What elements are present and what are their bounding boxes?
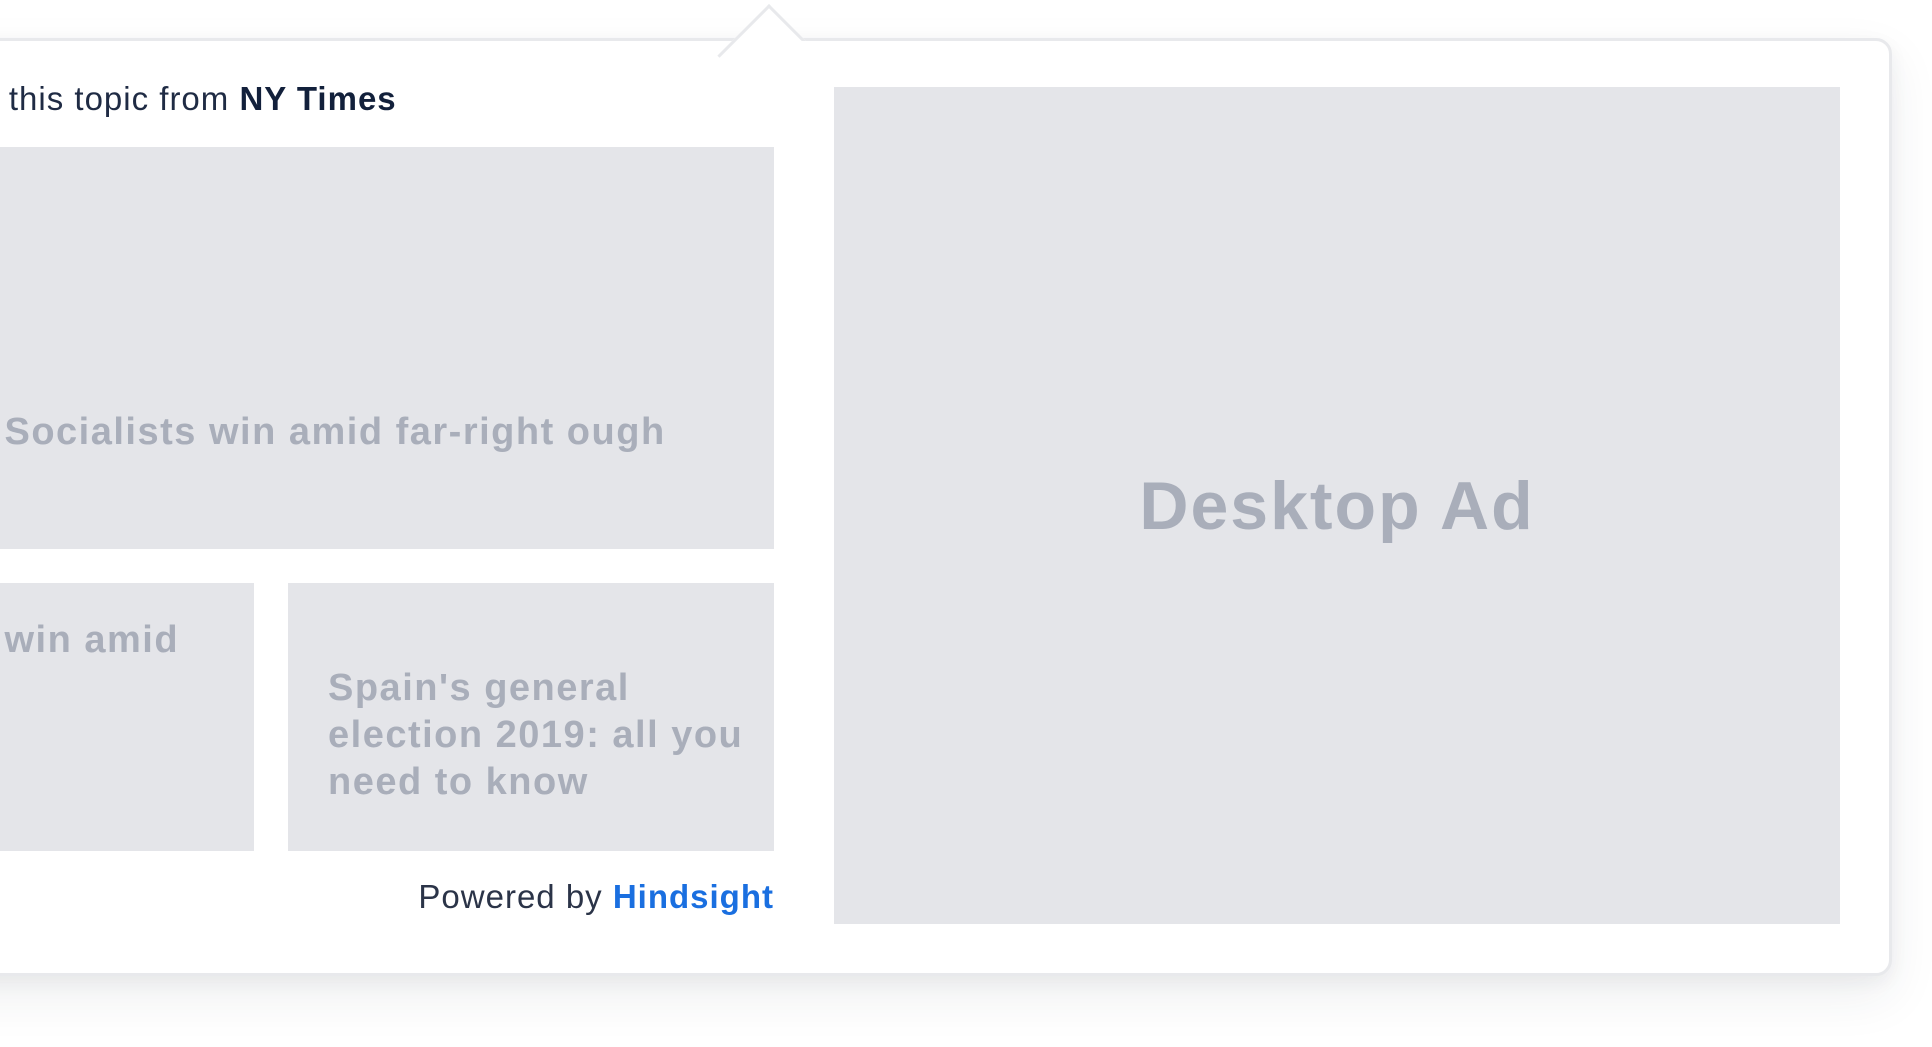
article-card-featured[interactable]: ction: Socialists win amid far-right oug… [0,147,774,549]
article-title: ction: win amid ough [0,619,180,661]
powered-by: Powered by Hindsight [400,878,774,916]
desktop-ad-slot[interactable]: Desktop Ad [834,87,1840,924]
ad-label: Desktop Ad [1139,467,1535,544]
page: on this topic from NY Times ction: Socia… [0,0,1932,1047]
hindsight-link[interactable]: Hindsight [613,878,774,915]
article-title: ction: Socialists win amid far-right oug… [0,411,666,453]
article-card[interactable]: Spain's general election 2019: all you n… [288,583,774,851]
article-card[interactable]: ction: win amid ough [0,583,254,851]
heading-prefix: on this topic from [0,80,230,117]
heading-source: NY Times [239,80,397,117]
article-title: Spain's general election 2019: all you n… [328,667,744,803]
powered-by-prefix: Powered by [418,878,603,915]
widget-heading: on this topic from NY Times [0,80,397,118]
